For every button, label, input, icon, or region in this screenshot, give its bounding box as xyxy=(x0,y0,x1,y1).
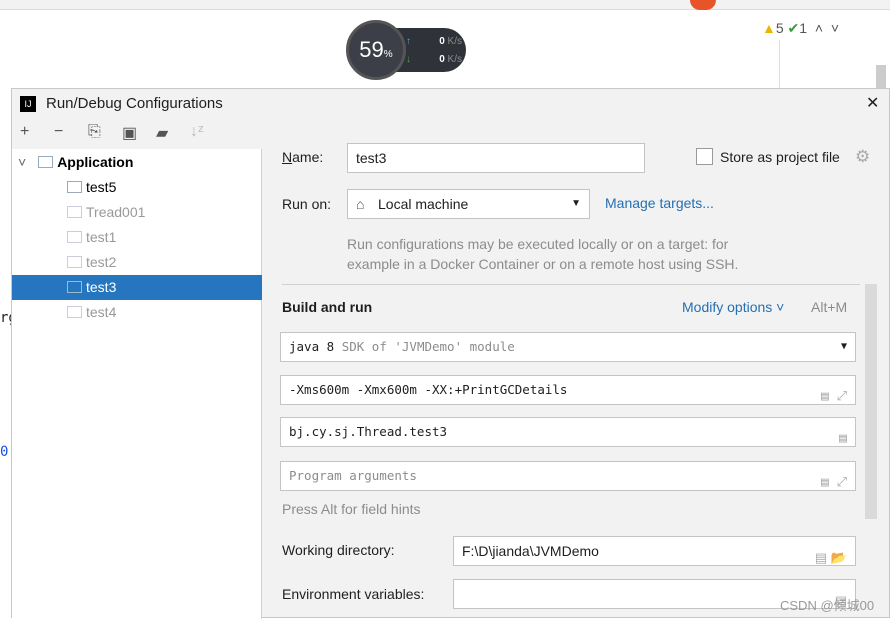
close-button[interactable]: ✕ xyxy=(866,93,879,113)
folder-icon[interactable]: ▤ 📂 xyxy=(815,544,847,572)
application-icon xyxy=(38,156,54,168)
form-scrollbar[interactable] xyxy=(865,284,877,519)
section-title: Build and run xyxy=(282,299,373,315)
run-on-description: Run configurations may be executed local… xyxy=(347,236,739,272)
intellij-logo-icon: IJ xyxy=(20,96,36,112)
check-icon: ✔ xyxy=(787,20,800,36)
dialog-title: Run/Debug Configurations xyxy=(46,95,223,112)
vm-options-input[interactable]: -Xms600m -Xmx600m -XX:+PrintGCDetails ▤ ⤢ xyxy=(280,375,856,405)
inspection-status[interactable]: ▲5 ✔1 ˄ ˅ xyxy=(762,20,839,37)
modify-options-link[interactable]: Modify options ˅ xyxy=(682,299,784,315)
chevron-down-icon[interactable]: ˅ xyxy=(18,154,26,170)
new-folder-icon[interactable]: ▰ xyxy=(156,123,168,143)
tree-toolbar: + − ⎘ ▣ ▰ ↓ᶻ xyxy=(12,119,262,149)
store-project-label[interactable]: Store as project file xyxy=(720,149,840,165)
name-label: Name: xyxy=(282,149,324,165)
copy-icon[interactable]: ⎘ xyxy=(88,123,101,141)
expand-icon[interactable]: ▤ ⤢ xyxy=(821,383,847,411)
remove-icon[interactable]: − xyxy=(54,123,63,141)
config-icon xyxy=(67,281,82,293)
download-icon: ↓ xyxy=(406,54,411,65)
chevron-down-icon[interactable]: ˅ xyxy=(831,20,839,36)
dropdown-arrow-icon: ▼ xyxy=(840,341,847,352)
config-tree: ˅ Application test5 Tread001 test1 test2 … xyxy=(12,149,262,619)
home-icon: ⌂ xyxy=(356,196,365,212)
tree-item-selected[interactable]: test3 xyxy=(12,275,262,300)
save-icon[interactable]: ▣ xyxy=(122,123,137,143)
store-project-checkbox[interactable] xyxy=(696,148,713,165)
config-icon xyxy=(67,181,82,193)
dropdown-arrow-icon: ▼ xyxy=(571,198,581,209)
sort-icon[interactable]: ↓ᶻ xyxy=(190,123,204,141)
tree-item[interactable]: Tread001 xyxy=(12,200,262,225)
config-icon xyxy=(67,306,82,318)
jdk-select[interactable]: java 8 SDK of 'JVMDemo' module ▼ xyxy=(280,332,856,362)
chevron-up-icon[interactable]: ˄ xyxy=(815,20,823,36)
speed-monitor-widget[interactable]: ↑ 0 K/s ↓ 0 K/s 59% xyxy=(346,20,466,80)
working-directory-label: Working directory: xyxy=(282,542,395,558)
environment-variables-label: Environment variables: xyxy=(282,586,425,602)
upload-icon: ↑ xyxy=(406,36,411,47)
watermark: CSDN @倾城00 xyxy=(780,598,875,613)
browse-icon[interactable]: ▤ xyxy=(839,425,847,453)
run-on-label: Run on: xyxy=(282,196,332,212)
tree-item[interactable]: test5 xyxy=(12,175,262,200)
name-input[interactable]: test3 xyxy=(347,143,645,173)
tree-node-application[interactable]: ˅ Application xyxy=(12,150,262,175)
program-arguments-input[interactable]: Program arguments ▤ ⤢ xyxy=(280,461,856,491)
warning-icon: ▲ xyxy=(762,20,776,36)
divider xyxy=(779,40,780,90)
working-directory-input[interactable]: F:\D\jianda\JVMDemo ▤ 📂 xyxy=(453,536,856,566)
editor-text-fragment: 0 xyxy=(0,444,9,460)
top-bar xyxy=(0,0,890,10)
cpu-gauge: 59% xyxy=(346,20,406,80)
tree-item[interactable]: test2 xyxy=(12,250,262,275)
editor-scrollbar[interactable] xyxy=(876,65,886,90)
gear-icon[interactable]: ⚙ xyxy=(855,147,870,167)
expand-icon[interactable]: ▤ ⤢ xyxy=(821,469,847,497)
tree-item[interactable]: test4 xyxy=(12,300,262,325)
config-icon xyxy=(67,256,82,268)
modify-shortcut: Alt+M xyxy=(811,299,848,315)
add-icon[interactable]: + xyxy=(20,123,29,141)
manage-targets-link[interactable]: Manage targets... xyxy=(605,195,714,211)
run-debug-dialog: IJ Run/Debug Configurations ✕ + − ⎘ ▣ ▰ … xyxy=(11,88,890,619)
main-class-input[interactable]: bj.cy.sj.Thread.test3 ▤ xyxy=(280,417,856,447)
field-hint: Press Alt for field hints xyxy=(282,501,421,517)
run-on-select[interactable]: ⌂ Local machine ▼ xyxy=(347,189,590,219)
divider xyxy=(282,284,860,285)
config-icon xyxy=(67,231,82,243)
config-icon xyxy=(67,206,82,218)
tree-item[interactable]: test1 xyxy=(12,225,262,250)
